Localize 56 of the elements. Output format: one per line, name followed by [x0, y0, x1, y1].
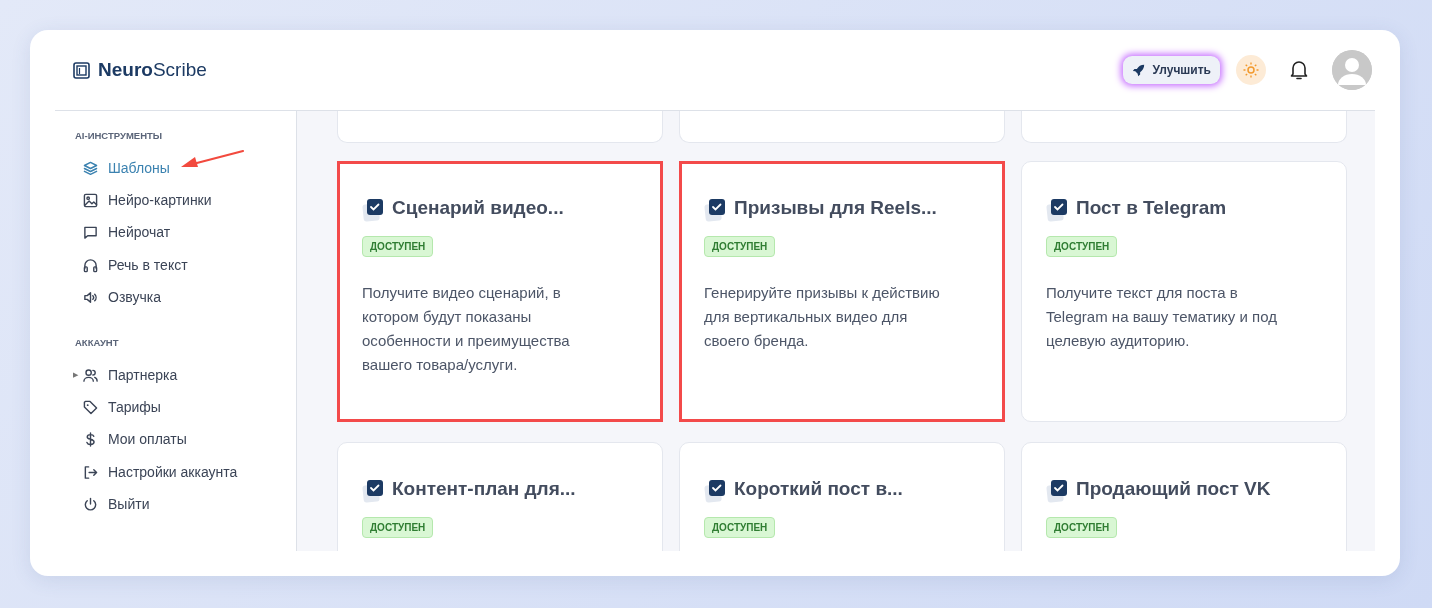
notification-bell-icon[interactable] [1290, 60, 1308, 80]
upgrade-button[interactable]: Улучшить [1122, 56, 1220, 84]
status-tag: ДОСТУПЕН [362, 235, 434, 257]
card-description: Генерируйте призывы к действию для вертикальных видео для своего бренда. [704, 282, 941, 351]
sidebar-item[interactable]: Тарифы [75, 391, 296, 424]
layers-icon [83, 160, 98, 176]
status-tag: ДОСТУПЕН [1046, 235, 1118, 257]
status-tag: ДОСТУПЕН [704, 235, 776, 257]
card-description: Получите текст для поста в Telegram на вашу тематику и под целевую аудиторию. [1046, 282, 1278, 351]
section-heading: АККАУНТ [75, 335, 120, 350]
logo-icon [73, 61, 90, 79]
checkbox-icon [704, 478, 726, 504]
card-title: Призывы для Reels... [734, 196, 937, 220]
section-heading: AI-ИНСТРУМЕНТЫ [75, 129, 164, 143]
sidebar-item[interactable]: Мои оплаты [75, 423, 296, 456]
brand-name[interactable]: NeuroScribe [98, 55, 207, 85]
speaker-icon [83, 290, 98, 306]
template-card[interactable]: Сценарий видео... ДОСТУПЕН Получите видео сценарий, в котором будут показаны особенности и преимущества вашего товара/услуги. [337, 161, 663, 422]
sidebar-item[interactable]: Озвучка [75, 281, 296, 314]
chat-icon [83, 225, 98, 241]
rocket-icon [1131, 63, 1145, 77]
status-tag: ДОСТУПЕН [1046, 516, 1118, 538]
card-title: Короткий пост в... [734, 477, 903, 501]
card-title: Пост в Telegram [1076, 196, 1227, 220]
checkbox-icon [1046, 478, 1068, 504]
sidebar-item[interactable]: Выйти [75, 488, 296, 521]
card-title: Продающий пост VK [1076, 477, 1271, 501]
users-icon [83, 367, 98, 383]
status-tag: ДОСТУПЕН [704, 516, 776, 538]
image-icon [83, 193, 98, 209]
sidebar-item[interactable]: Нейрочат [75, 216, 296, 250]
sidebar-item[interactable]: Настройки аккаунта [75, 455, 296, 489]
checkbox-icon [1046, 197, 1068, 223]
sun-icon [1243, 62, 1259, 78]
card-description: Получите видео сценарий, в котором будут показаны особенности и преимущества вашего товара/услуги. [362, 282, 571, 375]
sidebar-item[interactable]: Шаблоны [75, 152, 296, 185]
sidebar-item[interactable]: Нейро-картинки [75, 184, 296, 217]
template-card[interactable]: Короткий пост в... ДОСТУПЕН [679, 442, 1005, 551]
dollar-icon [83, 432, 98, 448]
theme-toggle-button[interactable] [1236, 55, 1266, 85]
card-title: Контент-план для... [392, 477, 576, 501]
tag-icon [83, 399, 98, 415]
avatar-icon[interactable] [1332, 50, 1372, 90]
template-card[interactable]: Пост в Telegram ДОСТУПЕН Получите текст для поста в Telegram на вашу тематику и под целевую аудиторию. [1021, 161, 1347, 422]
checkbox-icon [362, 197, 384, 223]
template-card[interactable]: Призывы для Reels... ДОСТУПЕН Генерируйте призывы к действию для вертикальных видео для своего бренда. [679, 161, 1005, 422]
card-title: Сценарий видео... [392, 196, 564, 220]
template-card[interactable]: Продающий пост VK ДОСТУПЕН [1021, 442, 1347, 551]
status-tag: ДОСТУПЕН [362, 516, 434, 538]
power-icon [83, 496, 98, 512]
headphones-icon [83, 257, 98, 273]
checkbox-icon [362, 478, 384, 504]
exit-arrow-icon [83, 464, 98, 480]
sidebar-item[interactable]: Речь в текст [75, 249, 296, 282]
template-card[interactable]: Контент-план для... ДОСТУПЕН [337, 442, 663, 551]
checkbox-icon [704, 197, 726, 223]
